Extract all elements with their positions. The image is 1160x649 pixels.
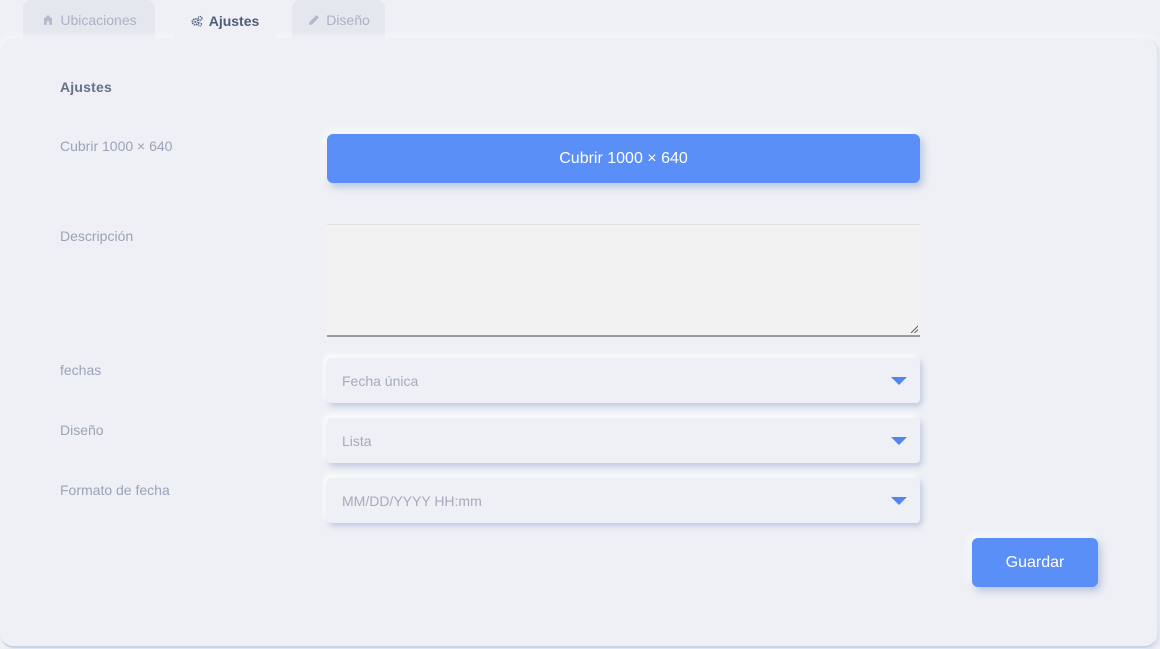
cover-button[interactable]: Cubrir 1000 × 640 [327, 134, 920, 183]
pencil-icon [307, 13, 321, 27]
tab-label: Ajustes [208, 13, 260, 29]
description-label: Descripción [60, 228, 134, 244]
tab-ajustes[interactable]: Ajustes [173, 0, 276, 42]
home-icon [41, 13, 55, 27]
layout-select[interactable]: Lista [327, 418, 920, 463]
tab-diseno[interactable]: Diseño [292, 0, 385, 40]
dates-label: fechas [60, 362, 102, 378]
settings-panel: Ajustes Cubrir 1000 × 640 Cubrir 1000 × … [0, 38, 1158, 648]
cover-label: Cubrir 1000 × 640 [60, 138, 173, 154]
dates-select-value: Fecha única [342, 372, 419, 389]
section-title: Ajustes [60, 79, 112, 95]
layout-label: Diseño [60, 422, 104, 438]
date-format-select-value: MM/DD/YYYY HH:mm [342, 492, 482, 509]
caret-down-icon [891, 437, 907, 445]
tab-label: Ubicaciones [60, 12, 137, 28]
resize-grip-icon[interactable] [910, 325, 918, 333]
save-button[interactable]: Guardar [972, 538, 1098, 587]
caret-down-icon [891, 377, 907, 385]
caret-down-icon [891, 497, 907, 505]
layout-select-value: Lista [342, 432, 372, 449]
tab-label: Diseño [326, 12, 370, 28]
date-format-select[interactable]: MM/DD/YYYY HH:mm [327, 478, 920, 523]
cogs-icon [190, 14, 204, 28]
description-textarea[interactable] [327, 224, 920, 337]
dates-select[interactable]: Fecha única [327, 358, 920, 403]
date-format-label: Formato de fecha [60, 482, 170, 498]
tab-ubicaciones[interactable]: Ubicaciones [23, 0, 155, 40]
settings-page: Ubicaciones Ajustes Diseño Ajustes Cubri… [0, 0, 1160, 649]
